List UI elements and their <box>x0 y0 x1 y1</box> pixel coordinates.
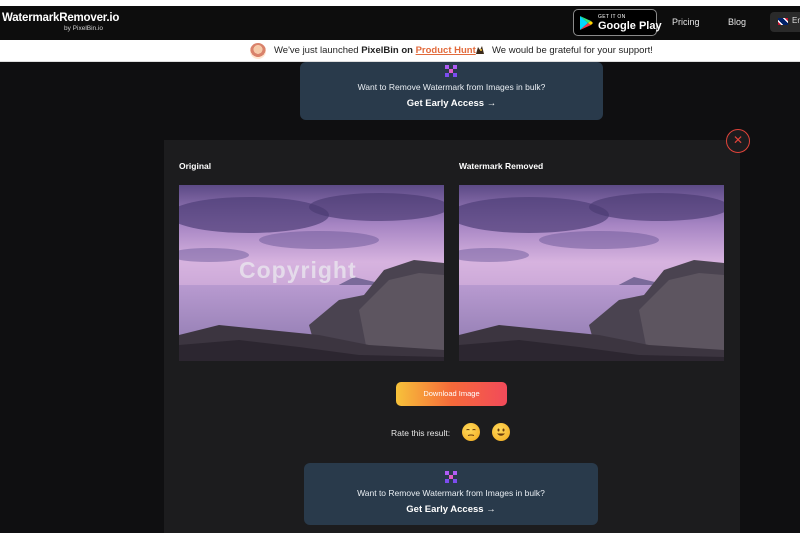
close-icon: ✕ <box>732 133 744 147</box>
google-play-icon <box>580 16 593 30</box>
google-play-label: Google Play <box>598 20 662 32</box>
promo-text: Want to Remove Watermark from Images in … <box>357 82 546 92</box>
bulk-promo-banner-top: Want to Remove Watermark from Images in … <box>300 62 603 120</box>
pixelbin-logo-icon <box>445 471 457 483</box>
original-image: Copyright <box>179 185 444 361</box>
get-early-access-link[interactable]: Get Early Access → <box>300 98 603 109</box>
pixelbin-logo-icon <box>445 65 457 77</box>
grinning-face-icon[interactable] <box>492 423 510 441</box>
logo-subtitle: by PixelBin.io <box>64 25 104 32</box>
site-header: WatermarkRemover.io by PixelBin.io GET I… <box>0 6 800 40</box>
close-button[interactable]: ✕ <box>726 129 750 153</box>
announcement-brand: PixelBin <box>361 45 399 56</box>
announcement-on: on <box>398 45 416 56</box>
announcement-text: We've just launched PixelBin on Product … <box>274 45 476 56</box>
language-label: En <box>792 16 800 25</box>
rate-result-label: Rate this result: <box>391 428 451 438</box>
product-hunt-cat-icon <box>474 44 486 59</box>
bulk-promo-banner-bottom: Want to Remove Watermark from Images in … <box>304 463 598 525</box>
watermark-removed-image <box>459 185 724 361</box>
product-hunt-link[interactable]: Product Hunt <box>416 45 476 56</box>
logo-title[interactable]: WatermarkRemover.io <box>2 12 119 24</box>
google-play-button[interactable]: GET IT ON Google Play <box>573 9 662 36</box>
get-early-access-link[interactable]: Get Early Access → <box>304 504 598 515</box>
copyright-watermark: Copyright <box>239 257 357 283</box>
founder-avatar-icon <box>250 43 266 59</box>
uk-flag-icon <box>778 18 788 25</box>
announcement-bar: We've just launched PixelBin on Product … <box>0 40 800 62</box>
announcement-suffix: We would be grateful for your support! <box>492 45 653 56</box>
nav-blog-link[interactable]: Blog <box>728 17 746 27</box>
original-label: Original <box>179 161 212 171</box>
language-selector[interactable]: En <box>770 12 800 32</box>
download-image-button[interactable]: Download Image <box>396 382 507 406</box>
unamused-face-icon[interactable] <box>462 423 480 441</box>
promo-text: Want to Remove Watermark from Images in … <box>357 488 545 498</box>
watermark-removed-label: Watermark Removed <box>459 161 544 171</box>
nav-pricing-link[interactable]: Pricing <box>672 17 700 27</box>
announcement-prefix: We've just launched <box>274 45 362 56</box>
